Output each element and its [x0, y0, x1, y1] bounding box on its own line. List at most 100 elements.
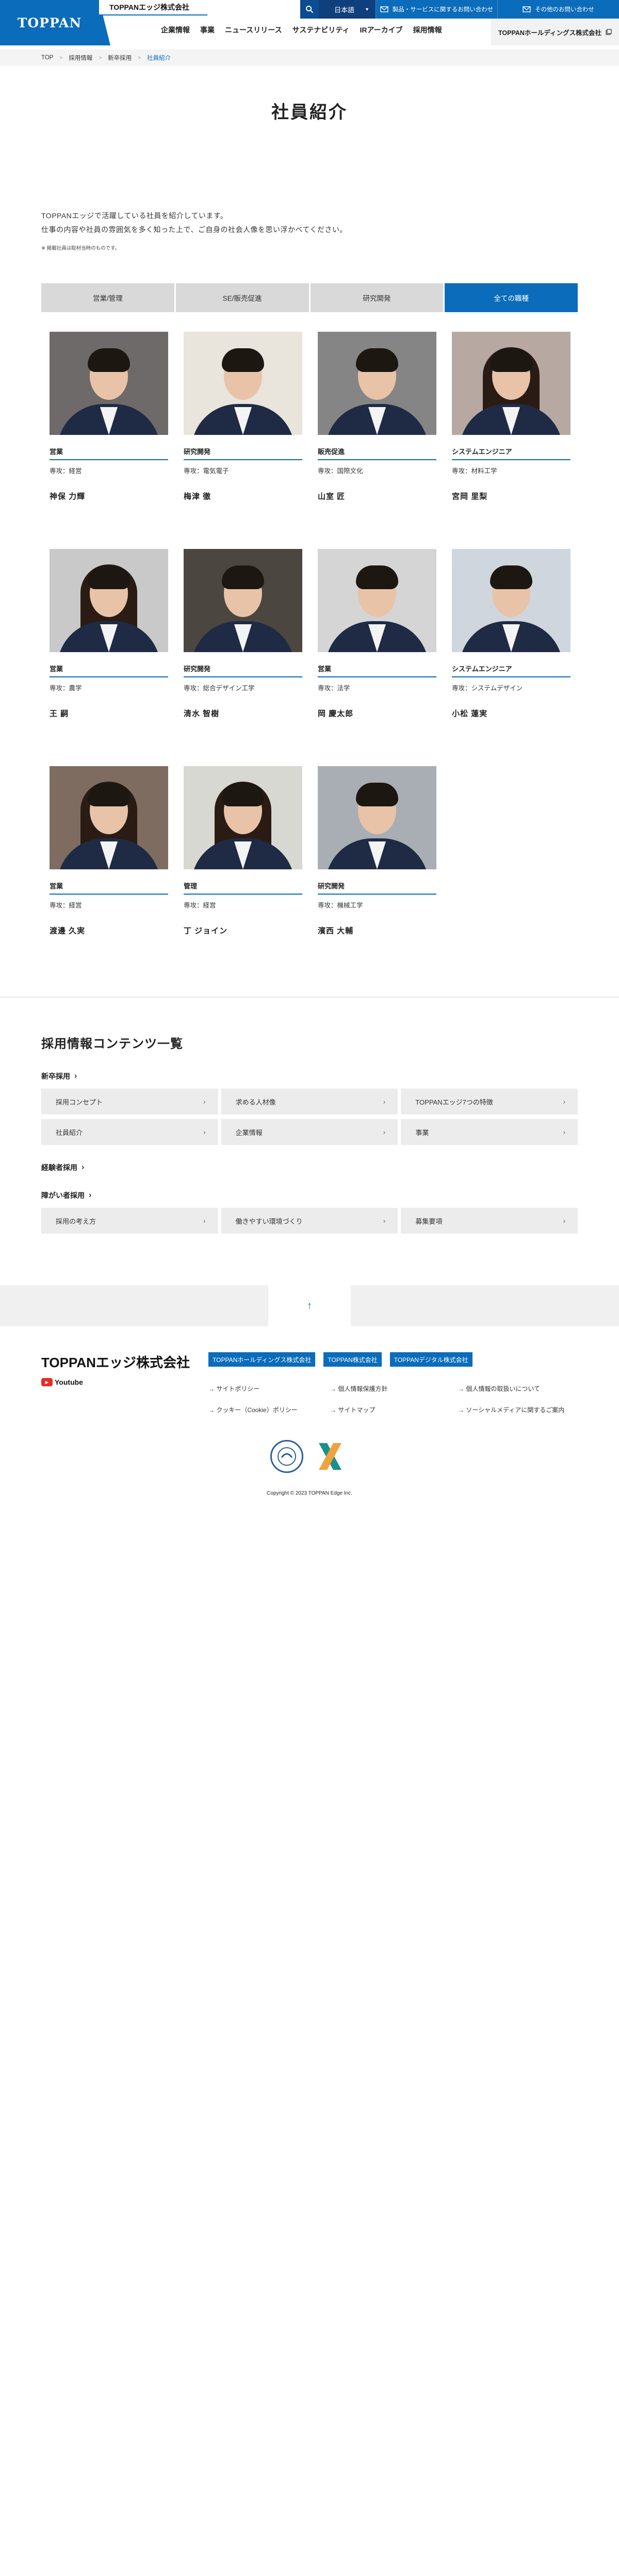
link-label: 企業情報: [235, 1128, 263, 1137]
tab-all-jobs[interactable]: 全ての職種: [445, 283, 578, 312]
employee-card[interactable]: システムエンジニア 専攻：システムデザイン 小松 蓮実: [452, 549, 571, 719]
toppan-logo[interactable]: TOPPAN: [0, 0, 110, 45]
employee-photo[interactable]: [452, 549, 571, 652]
category-label: 障がい者採用: [41, 1191, 85, 1200]
employee-photo[interactable]: [184, 332, 302, 435]
recruit-contents: 採用情報コンテンツ一覧 新卒採用 › 採用コンセプト › 求める人材像 › TOPP…: [41, 1033, 578, 1234]
link-recruit-concept[interactable]: 採用コンセプト ›: [41, 1089, 218, 1114]
tab-se-promotion[interactable]: SE/販売促進: [175, 283, 309, 312]
page-top-band: ↑: [0, 1285, 619, 1326]
product-contact-link[interactable]: 製品・サービスに関するお問い合わせ: [376, 0, 497, 19]
x-logo-icon: [316, 1440, 345, 1473]
intro-line: TOPPANエッジで活躍している社員を紹介しています。: [41, 212, 228, 220]
job-filter-tabs: 営業/管理 SE/販売促進 研究開発 全ての職種: [41, 283, 578, 312]
disability-links: 採用の考え方 › 働きやすい環境づくり › 募集要項 ›: [41, 1208, 578, 1234]
employee-card[interactable]: 営業 専攻：経営 神保 力輝: [50, 332, 168, 501]
footer-link-sitemap[interactable]: サイトマップ: [330, 1405, 458, 1414]
employee-card[interactable]: 営業 専攻：経営 渡邊 久実: [50, 766, 168, 936]
link-business[interactable]: 事業 ›: [401, 1119, 578, 1145]
photo-hair: [490, 348, 532, 372]
chevron-right-icon: ›: [383, 1097, 386, 1106]
employee-major: 専攻：農学: [50, 685, 82, 692]
employee-major: 専攻：電気電子: [184, 467, 229, 475]
category-new-graduate[interactable]: 新卒採用 ›: [41, 1071, 578, 1081]
chevron-right-icon: ›: [383, 1217, 386, 1225]
employee-photo[interactable]: [50, 332, 168, 435]
youtube-icon: ▶: [41, 1378, 53, 1386]
footer-company-name[interactable]: TOPPANエッジ株式会社: [41, 1352, 190, 1371]
employee-major: 専攻：経営: [184, 902, 216, 909]
employee-photo[interactable]: [318, 549, 436, 652]
site-header: TOPPAN TOPPANエッジ株式会社 日本語 ▼ 製品・サービスに関するお問…: [0, 0, 619, 50]
employee-photo[interactable]: [452, 332, 571, 435]
link-ideal-candidate[interactable]: 求める人材像 ›: [221, 1089, 398, 1114]
group-link-holdings[interactable]: TOPPANホールディングス株式会社: [208, 1352, 316, 1367]
search-button[interactable]: [300, 0, 319, 19]
intro-text: TOPPANエッジで活躍している社員を紹介しています。 仕事の内容や社員の雰囲気…: [41, 209, 619, 237]
footer-link-personal-info[interactable]: 個人情報の取扱いについて: [458, 1384, 582, 1393]
group-link-digital[interactable]: TOPPANデジタル株式会社: [389, 1352, 473, 1367]
employee-major: 専攻：システムデザイン: [452, 685, 523, 692]
nav-item-sustainability[interactable]: サステナビリティ: [292, 25, 350, 35]
category-experienced[interactable]: 経験者採用 ›: [41, 1162, 578, 1173]
link-label: TOPPANエッジ7つの特徴: [415, 1098, 493, 1106]
employee-card[interactable]: 販売促進 専攻：国際文化 山室 匠: [318, 332, 436, 501]
employee-card[interactable]: 研究開発 専攻：電気電子 梅津 徹: [184, 332, 302, 501]
link-recruit-philosophy[interactable]: 採用の考え方 ›: [41, 1208, 218, 1234]
employee-photo[interactable]: [184, 766, 302, 869]
employee-card[interactable]: 研究開発 専攻：機械工学 濱西 大輔: [318, 766, 436, 936]
tab-sales-admin[interactable]: 営業/管理: [41, 283, 174, 312]
employee-card[interactable]: 管理 専攻：経営丁 ジョイン: [184, 766, 302, 936]
photo-hair: [222, 783, 264, 806]
language-label: 日本語: [334, 6, 355, 14]
employee-card[interactable]: システムエンジニア 専攻：材料工学 宮岡 里梨: [452, 332, 571, 501]
holdings-link[interactable]: TOPPANホールディングス株式会社: [491, 19, 619, 45]
page-top-button[interactable]: ↑: [268, 1285, 351, 1326]
nav-item-recruit[interactable]: 採用情報: [413, 25, 442, 35]
employee-photo[interactable]: [318, 766, 436, 869]
breadcrumb-recruit[interactable]: 採用情報: [69, 54, 92, 62]
company-name-tab[interactable]: TOPPANエッジ株式会社: [99, 0, 207, 15]
employee-photo[interactable]: [50, 766, 168, 869]
employee-photo[interactable]: [184, 549, 302, 652]
employee-card[interactable]: 営業 専攻：法学岡 慶太郎: [318, 549, 436, 719]
employee-department: 管理: [184, 881, 302, 895]
category-label: 経験者採用: [41, 1163, 77, 1172]
chevron-right-icon: ›: [89, 1191, 92, 1200]
nav-item-business[interactable]: 事業: [200, 25, 215, 35]
youtube-link[interactable]: ▶ Youtube: [41, 1378, 83, 1386]
link-job-requirements[interactable]: 募集要項 ›: [401, 1208, 578, 1234]
nav-item-company[interactable]: 企業情報: [161, 25, 190, 35]
chevron-right-icon: ›: [203, 1217, 206, 1225]
group-link-toppan[interactable]: TOPPAN株式会社: [323, 1352, 382, 1367]
footer-link-privacy-policy[interactable]: 個人情報保護方針: [330, 1384, 458, 1393]
chevron-right-icon: ›: [563, 1128, 565, 1136]
category-disability[interactable]: 障がい者採用 ›: [41, 1190, 578, 1201]
link-seven-features[interactable]: TOPPANエッジ7つの特徴 ›: [401, 1089, 578, 1114]
link-company-info[interactable]: 企業情報 ›: [221, 1119, 398, 1145]
other-contact-link[interactable]: その他のお問い合わせ: [497, 0, 619, 19]
nav-item-ir[interactable]: IRアーカイブ: [360, 25, 403, 35]
photo-hair: [88, 783, 130, 806]
employee-photo[interactable]: [50, 549, 168, 652]
footer-link-site-policy[interactable]: サイトポリシー: [208, 1384, 330, 1393]
link-work-environment[interactable]: 働きやすい環境づくり ›: [221, 1208, 398, 1234]
photo-hair: [356, 565, 398, 589]
breadcrumb: TOP > 採用情報 > 新卒採用 > 社員紹介: [0, 50, 619, 66]
tab-research[interactable]: 研究開発: [310, 283, 444, 312]
breadcrumb-top[interactable]: TOP: [41, 55, 53, 61]
link-label: 働きやすい環境づくり: [235, 1217, 303, 1225]
footer-link-social-media[interactable]: ソーシャルメディアに関するご案内: [458, 1405, 582, 1414]
nav-item-news[interactable]: ニュースリリース: [225, 25, 282, 35]
employee-major: 専攻：経営: [50, 902, 82, 909]
breadcrumb-new-graduate[interactable]: 新卒採用: [108, 54, 132, 62]
utility-bar: 日本語 ▼ 製品・サービスに関するお問い合わせ その他のお問い合わせ: [300, 0, 619, 19]
employee-card[interactable]: 営業 専攻：農学王 嗣: [50, 549, 168, 719]
footer-link-cookie-policy[interactable]: クッキー（Cookie）ポリシー: [208, 1405, 330, 1414]
link-employee-intro[interactable]: 社員紹介 ›: [41, 1119, 218, 1145]
language-select[interactable]: 日本語 ▼: [319, 0, 376, 19]
employee-card[interactable]: 研究開発 専攻：総合デザイン工学 清水 智樹: [184, 549, 302, 719]
employee-name: 濱西 大輔: [318, 927, 354, 935]
chevron-right-icon: ›: [74, 1072, 77, 1080]
employee-photo[interactable]: [318, 332, 436, 435]
